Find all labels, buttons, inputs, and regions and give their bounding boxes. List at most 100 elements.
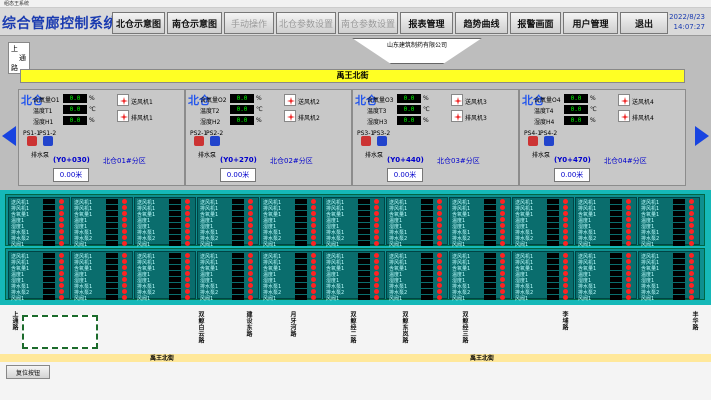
status-dot-icon — [626, 277, 631, 282]
status-dot-icon — [122, 265, 127, 270]
status-dot-icon — [437, 289, 442, 294]
fan-icon[interactable] — [117, 94, 129, 106]
fan-icon[interactable] — [284, 94, 296, 106]
status-dot-icon — [59, 205, 64, 210]
nav-button-5[interactable]: 南仓参数设置 — [338, 12, 398, 34]
device-cell[interactable]: 送风机1 排风机1 含氧量1 温度1 湿度1 排水泵1 排水泵2 风阀1 — [386, 251, 448, 302]
device-value-box — [43, 259, 55, 264]
status-dot-icon — [689, 277, 694, 282]
fan-icon[interactable] — [618, 94, 630, 106]
water-level-readout: 0.00米 — [554, 168, 590, 182]
device-cell[interactable]: 送风机1 排风机1 含氧量1 温度1 湿度1 排水泵1 排水泵2 风阀1 — [323, 197, 385, 248]
device-cell[interactable]: 送风机1 排风机1 含氧量1 温度1 湿度1 排水泵1 排水泵2 风阀1 — [134, 251, 196, 302]
device-line-label: 风阀1 — [200, 242, 214, 248]
pump-status-icon[interactable] — [27, 136, 37, 146]
status-dot-icon — [563, 289, 568, 294]
device-value-box — [169, 211, 181, 216]
device-value-box — [421, 211, 433, 216]
device-cell[interactable]: 送风机1 排风机1 含氧量1 温度1 湿度1 排水泵1 排水泵2 风阀1 — [449, 197, 511, 248]
device-cell[interactable]: 送风机1 排风机1 含氧量1 温度1 湿度1 排水泵1 排水泵2 风阀1 — [449, 251, 511, 302]
device-value-box — [673, 259, 685, 264]
scroll-left-arrow-icon[interactable] — [2, 126, 16, 146]
pump-status-icon[interactable] — [43, 136, 53, 146]
device-cell[interactable]: 送风机1 排风机1 含氧量1 温度1 湿度1 排水泵1 排水泵2 风阀1 — [575, 197, 637, 248]
device-cell[interactable]: 送风机1 排风机1 含氧量1 温度1 湿度1 排水泵1 排水泵2 风阀1 — [260, 251, 322, 302]
sensor-label: 温度T3 — [367, 108, 387, 115]
fan-icon[interactable] — [451, 94, 463, 106]
device-value-box — [232, 235, 244, 240]
pump-status-icon[interactable] — [210, 136, 220, 146]
device-cell[interactable]: 送风机1 排风机1 含氧量1 温度1 湿度1 排水泵1 排水泵2 风阀1 — [197, 197, 259, 248]
nav-button-6[interactable]: 报表管理 — [400, 12, 453, 34]
pump-status-icon[interactable] — [377, 136, 387, 146]
nav-button-3[interactable]: 手动操作 — [224, 12, 274, 34]
device-value-box — [295, 235, 307, 240]
fan-icon[interactable] — [117, 110, 129, 122]
device-value-box — [484, 271, 496, 276]
status-dot-icon — [122, 235, 127, 240]
status-dot-icon — [248, 253, 253, 258]
nav-button-7[interactable]: 趋势曲线 — [455, 12, 508, 34]
device-cell[interactable]: 送风机1 排风机1 含氧量1 温度1 湿度1 排水泵1 排水泵2 风阀1 — [71, 197, 133, 248]
nav-button-10[interactable]: 退出 — [620, 12, 668, 34]
status-dot-icon — [59, 259, 64, 264]
device-cell[interactable]: 送风机1 排风机1 含氧量1 温度1 湿度1 排水泵1 排水泵2 风阀1 — [386, 197, 448, 248]
device-cell[interactable]: 送风机1 排风机1 含氧量1 温度1 湿度1 排水泵1 排水泵2 风阀1 — [323, 251, 385, 302]
device-cell[interactable]: 送风机1 排风机1 含氧量1 温度1 湿度1 排水泵1 排水泵2 风阀1 — [8, 197, 70, 248]
device-cell[interactable]: 送风机1 排风机1 含氧量1 温度1 湿度1 排水泵1 排水泵2 风阀1 — [638, 197, 700, 248]
device-cell[interactable]: 送风机1 排风机1 含氧量1 温度1 湿度1 排水泵1 排水泵2 风阀1 — [260, 197, 322, 248]
road-label: 上通路 — [11, 311, 18, 331]
device-cell[interactable]: 送风机1 排风机1 含氧量1 温度1 湿度1 排水泵1 排水泵2 风阀1 — [575, 251, 637, 302]
device-cell[interactable]: 送风机1 排风机1 含氧量1 温度1 湿度1 排水泵1 排水泵2 风阀1 — [8, 251, 70, 302]
device-value-box — [421, 205, 433, 210]
device-cell[interactable]: 送风机1 排风机1 含氧量1 温度1 湿度1 排水泵1 排水泵2 风阀1 — [134, 197, 196, 248]
sensor-label: 湿度H1 — [33, 119, 54, 126]
device-value-box — [295, 241, 307, 246]
fan-icon[interactable] — [618, 110, 630, 122]
device-cell[interactable]: 送风机1 排风机1 含氧量1 温度1 湿度1 排水泵1 排水泵2 风阀1 — [197, 251, 259, 302]
status-dot-icon — [500, 229, 505, 234]
status-dot-icon — [689, 235, 694, 240]
device-cell[interactable]: 送风机1 排风机1 含氧量1 温度1 湿度1 排水泵1 排水泵2 风阀1 — [71, 251, 133, 302]
selection-box[interactable] — [22, 315, 98, 349]
zone-bay-3: 北仓 含氧量O3 0.0 % 温度T3 0.0 ℃ 湿度H3 0.0 % 送风机… — [352, 89, 519, 186]
pump-status-icon[interactable] — [544, 136, 554, 146]
device-value-box — [484, 289, 496, 294]
sensor-row: 温度T2 0.0 ℃ — [200, 105, 280, 115]
status-dot-icon — [59, 223, 64, 228]
status-dot-icon — [122, 283, 127, 288]
device-value-box — [106, 265, 118, 270]
status-dot-icon — [374, 289, 379, 294]
device-value-box — [484, 295, 496, 300]
status-dot-icon — [122, 211, 127, 216]
nav-button-9[interactable]: 用户管理 — [563, 12, 618, 34]
device-value-box — [484, 211, 496, 216]
pump-status-icon[interactable] — [361, 136, 371, 146]
status-dot-icon — [437, 259, 442, 264]
fan-icon[interactable] — [284, 110, 296, 122]
device-value-box — [547, 265, 559, 270]
fan-icon[interactable] — [451, 110, 463, 122]
device-cell[interactable]: 送风机1 排风机1 含氧量1 温度1 湿度1 排水泵1 排水泵2 风阀1 — [512, 197, 574, 248]
device-value-box — [295, 199, 307, 204]
nav-button-8[interactable]: 报警画面 — [510, 12, 561, 34]
nav-button-2[interactable]: 南仓示意图 — [167, 12, 222, 34]
nav-button-4[interactable]: 北仓参数设置 — [276, 12, 336, 34]
sensor-row: 温度T4 0.0 ℃ — [534, 105, 614, 115]
fan-blade-icon — [120, 113, 128, 121]
scroll-right-arrow-icon[interactable] — [695, 126, 709, 146]
status-dot-icon — [122, 199, 127, 204]
status-dot-icon — [437, 265, 442, 270]
pump-status-icon[interactable] — [528, 136, 538, 146]
pump-status-icon[interactable] — [194, 136, 204, 146]
device-cell[interactable]: 送风机1 排风机1 含氧量1 温度1 湿度1 排水泵1 排水泵2 风阀1 — [512, 251, 574, 302]
nav-button-1[interactable]: 北仓示意图 — [112, 12, 165, 34]
status-dot-icon — [563, 265, 568, 270]
status-dot-icon — [59, 289, 64, 294]
road-label: 建设东路 — [245, 311, 252, 337]
device-value-box — [610, 199, 622, 204]
reset-button[interactable]: 复位按钮 — [6, 365, 50, 379]
device-value-box — [358, 259, 370, 264]
device-line-label: 风阀1 — [11, 242, 25, 248]
device-cell[interactable]: 送风机1 排风机1 含氧量1 温度1 湿度1 排水泵1 排水泵2 风阀1 — [638, 251, 700, 302]
